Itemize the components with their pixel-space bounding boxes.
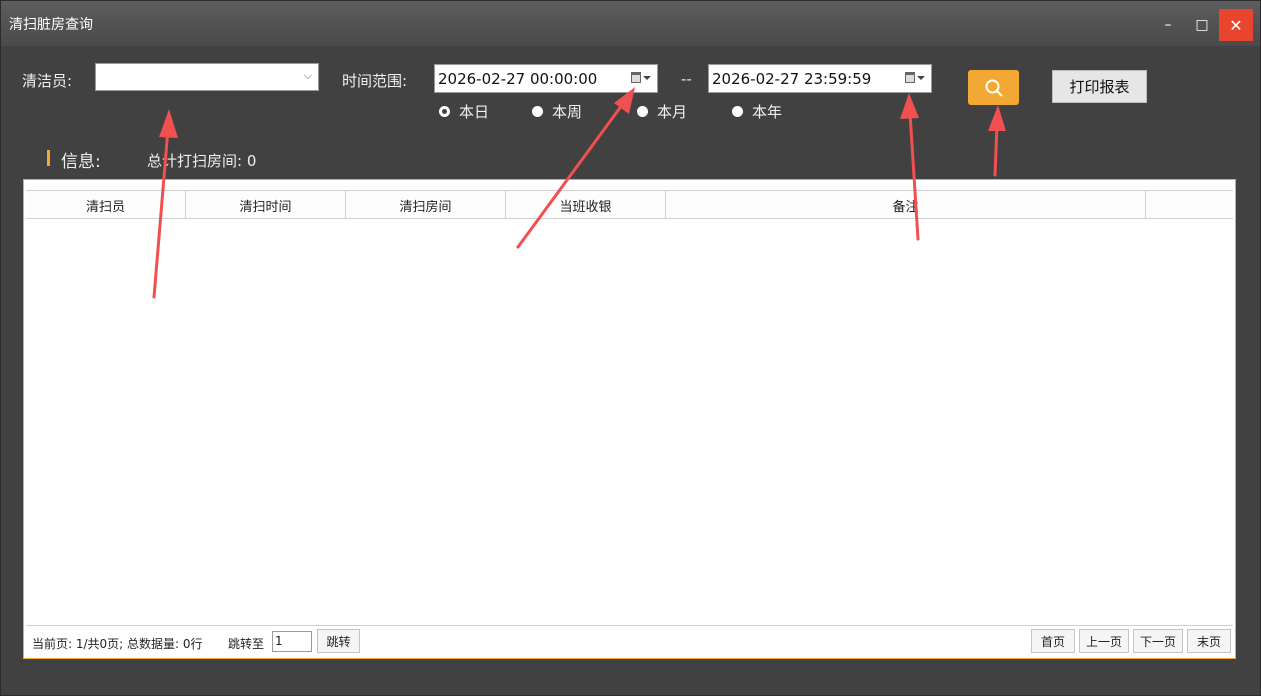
query-window: 清扫脏房查询 – □ ✕ 清洁员: ⌵ 时间范围: 2026-02-27 00:… bbox=[0, 0, 1261, 696]
time-range-label: 时间范围: bbox=[342, 72, 408, 90]
table-header: 清扫员 清扫时间 清扫房间 当班收银 备注 bbox=[26, 190, 1233, 219]
radio-icon bbox=[732, 106, 743, 117]
radio-label: 本周 bbox=[552, 103, 583, 121]
search-button[interactable] bbox=[968, 70, 1019, 105]
cleaner-label: 清洁员: bbox=[22, 72, 73, 90]
calendar-icon[interactable] bbox=[905, 72, 925, 83]
end-time-value: 2026-02-27 23:59:59 bbox=[712, 70, 872, 88]
column-header-room[interactable]: 清扫房间 bbox=[346, 191, 506, 219]
pagination-bar: 当前页: 1/共0页; 总数据量: 0行 跳转至 1 跳转 首页 上一页 下一页… bbox=[26, 625, 1233, 657]
column-header-remark[interactable]: 备注 bbox=[666, 191, 1146, 219]
print-report-label: 打印报表 bbox=[1069, 78, 1130, 96]
arrow-head bbox=[900, 93, 919, 119]
cleaner-select[interactable]: ⌵ bbox=[95, 63, 319, 91]
radio-year[interactable]: 本年 bbox=[732, 101, 782, 122]
last-page-button[interactable]: 末页 bbox=[1187, 629, 1231, 653]
radio-icon bbox=[532, 106, 543, 117]
info-accent-bar bbox=[47, 150, 50, 166]
close-icon: ✕ bbox=[1229, 15, 1243, 35]
print-report-button[interactable]: 打印报表 bbox=[1052, 70, 1147, 103]
end-time-picker[interactable]: 2026-02-27 23:59:59 bbox=[708, 64, 932, 93]
info-label: 信息: bbox=[61, 152, 101, 172]
total-rooms-label: 总计打扫房间: 0 bbox=[147, 152, 257, 170]
radio-week[interactable]: 本周 bbox=[532, 101, 582, 122]
radio-month[interactable]: 本月 bbox=[637, 101, 687, 122]
jump-page-input[interactable]: 1 bbox=[272, 631, 312, 652]
minimize-button[interactable]: – bbox=[1151, 9, 1185, 41]
column-header-cashier[interactable]: 当班收银 bbox=[506, 191, 666, 219]
radio-label: 本日 bbox=[459, 103, 490, 121]
range-separator: -- bbox=[681, 70, 692, 88]
column-header-clean-time[interactable]: 清扫时间 bbox=[186, 191, 346, 219]
close-button[interactable]: ✕ bbox=[1219, 9, 1253, 41]
arrow-head bbox=[988, 105, 1006, 131]
prev-page-button[interactable]: 上一页 bbox=[1079, 629, 1129, 653]
radio-label: 本年 bbox=[752, 103, 783, 121]
start-time-picker[interactable]: 2026-02-27 00:00:00 bbox=[434, 64, 658, 93]
column-header-cleaner[interactable]: 清扫员 bbox=[26, 191, 186, 219]
jump-to-label: 跳转至 bbox=[228, 637, 265, 651]
chevron-down-icon: ⌵ bbox=[303, 69, 312, 82]
window-title: 清扫脏房查询 bbox=[9, 17, 93, 33]
radio-label: 本月 bbox=[657, 103, 688, 121]
maximize-icon: □ bbox=[1195, 17, 1209, 33]
title-bar[interactable]: 清扫脏房查询 – □ ✕ bbox=[1, 1, 1260, 46]
radio-today[interactable]: 本日 bbox=[439, 101, 489, 122]
radio-selected-icon bbox=[439, 106, 450, 117]
first-page-button[interactable]: 首页 bbox=[1031, 629, 1075, 653]
results-grid: 清扫员 清扫时间 清扫房间 当班收银 备注 当前页: 1/共0页; 总数据量: … bbox=[23, 179, 1236, 659]
search-icon bbox=[985, 79, 1002, 96]
calendar-icon[interactable] bbox=[631, 72, 651, 83]
jump-button[interactable]: 跳转 bbox=[317, 629, 360, 653]
arrow-head bbox=[159, 109, 178, 138]
minimize-icon: – bbox=[1164, 17, 1172, 33]
table-body[interactable] bbox=[26, 220, 1233, 624]
start-time-value: 2026-02-27 00:00:00 bbox=[438, 70, 598, 88]
column-header-extra bbox=[1146, 191, 1233, 219]
page-info: 当前页: 1/共0页; 总数据量: 0行 bbox=[32, 637, 203, 651]
maximize-button[interactable]: □ bbox=[1185, 9, 1219, 41]
radio-icon bbox=[637, 106, 648, 117]
next-page-button[interactable]: 下一页 bbox=[1133, 629, 1183, 653]
